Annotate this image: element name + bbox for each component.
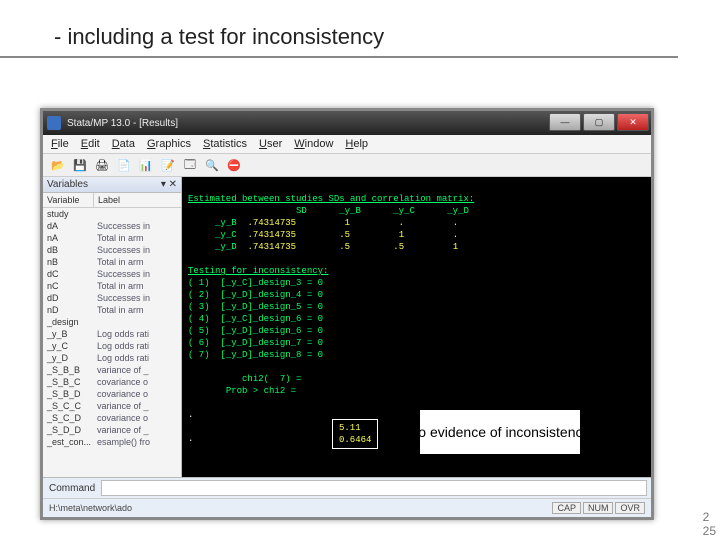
- variables-panel-title: Variables ▾ ✕: [43, 177, 181, 193]
- prob-label: Prob > chi2 =: [226, 386, 296, 396]
- test-header: Testing for inconsistency:: [188, 266, 328, 276]
- data-browser-icon[interactable]: 🔍: [203, 156, 221, 174]
- variable-row[interactable]: _y_BLog odds rati: [43, 328, 181, 340]
- test-line: ( 2) [_y_D]_design_4 = 0: [188, 290, 323, 300]
- matrix-row: _y_D: [188, 242, 237, 252]
- variable-row[interactable]: nATotal in arm: [43, 232, 181, 244]
- variable-row[interactable]: _S_B_Bvariance of _: [43, 364, 181, 376]
- results-section-header: Estimated between studies SDs and correl…: [188, 194, 474, 204]
- status-cap: CAP: [552, 502, 581, 514]
- stata-app-icon: [47, 116, 61, 130]
- print-icon[interactable]: 🖨: [93, 156, 111, 174]
- matrix-row: _y_B: [188, 218, 237, 228]
- menu-user[interactable]: User: [259, 138, 282, 150]
- menubar: File Edit Data Graphics Statistics User …: [43, 135, 651, 153]
- status-num: NUM: [583, 502, 614, 514]
- variable-row[interactable]: _y_DLog odds rati: [43, 352, 181, 364]
- variable-row[interactable]: _S_D_Dvariance of _: [43, 424, 181, 436]
- variable-row[interactable]: _est_con...esample() fro: [43, 436, 181, 448]
- test-line: ( 6) [_y_D]_design_7 = 0: [188, 338, 323, 348]
- slide-title: - including a test for inconsistency: [0, 0, 678, 58]
- menu-file[interactable]: File: [51, 138, 69, 150]
- test-line: ( 5) [_y_D]_design_6 = 0: [188, 326, 323, 336]
- matrix-row: _y_C: [188, 230, 237, 240]
- variable-row[interactable]: _S_C_Dcovariance o: [43, 412, 181, 424]
- graph-icon[interactable]: 📊: [137, 156, 155, 174]
- col-variable[interactable]: Variable: [43, 193, 94, 207]
- command-label: Command: [43, 483, 101, 494]
- variable-row[interactable]: _S_B_Ccovariance o: [43, 376, 181, 388]
- results-pane: Estimated between studies SDs and correl…: [182, 177, 651, 477]
- variable-row[interactable]: dCSuccesses in: [43, 268, 181, 280]
- window-title: Stata/MP 13.0 - [Results]: [67, 118, 178, 129]
- break-icon[interactable]: ⛔: [225, 156, 243, 174]
- variable-row[interactable]: dBSuccesses in: [43, 244, 181, 256]
- slide-page-number: 225: [703, 510, 716, 538]
- chi2-label: chi2( 7) =: [242, 374, 301, 384]
- menu-window[interactable]: Window: [294, 138, 333, 150]
- variable-row[interactable]: study: [43, 208, 181, 220]
- variable-row[interactable]: nDTotal in arm: [43, 304, 181, 316]
- variable-row[interactable]: nBTotal in arm: [43, 256, 181, 268]
- results-col-headers: SD _y_B _y_C _y_D: [188, 206, 469, 216]
- command-input[interactable]: [101, 480, 647, 496]
- data-editor-icon[interactable]: 🗔: [181, 156, 199, 174]
- test-line: ( 7) [_y_D]_design_8 = 0: [188, 350, 323, 360]
- open-icon[interactable]: 📂: [49, 156, 67, 174]
- log-icon[interactable]: 📄: [115, 156, 133, 174]
- titlebar: Stata/MP 13.0 - [Results] — ▢ ✕: [43, 111, 651, 135]
- variables-list: studydASuccesses innATotal in armdBSucce…: [43, 208, 181, 448]
- variable-row[interactable]: _design: [43, 316, 181, 328]
- test-line: ( 1) [_y_C]_design_3 = 0: [188, 278, 323, 288]
- status-path: H:\meta\network\ado: [49, 503, 132, 513]
- menu-help[interactable]: Help: [345, 138, 368, 150]
- variable-row[interactable]: dASuccesses in: [43, 220, 181, 232]
- status-ovr: OVR: [615, 502, 645, 514]
- col-label[interactable]: Label: [94, 193, 181, 207]
- command-bar: Command: [43, 477, 651, 498]
- menu-edit[interactable]: Edit: [81, 138, 100, 150]
- test-line: ( 3) [_y_D]_design_5 = 0: [188, 302, 323, 312]
- variable-row[interactable]: _S_B_Dcovariance o: [43, 388, 181, 400]
- maximize-button[interactable]: ▢: [583, 113, 615, 131]
- menu-statistics[interactable]: Statistics: [203, 138, 247, 150]
- variables-panel: Variables ▾ ✕ Variable Label studydASucc…: [43, 177, 182, 477]
- menu-graphics[interactable]: Graphics: [147, 138, 191, 150]
- do-editor-icon[interactable]: 📝: [159, 156, 177, 174]
- window-controls: — ▢ ✕: [549, 113, 649, 131]
- stata-window: Stata/MP 13.0 - [Results] — ▢ ✕ File Edi…: [40, 108, 654, 520]
- toolbar: 📂 💾 🖨 📄 📊 📝 🗔 🔍 ⛔: [43, 153, 651, 177]
- variable-row[interactable]: _y_CLog odds rati: [43, 340, 181, 352]
- test-line: ( 4) [_y_C]_design_6 = 0: [188, 314, 323, 324]
- chi2-result-box: 5.11 0.6464: [332, 419, 378, 449]
- save-icon[interactable]: 💾: [71, 156, 89, 174]
- annotation-callout: no evidence of inconsistency: [419, 409, 581, 455]
- close-button[interactable]: ✕: [617, 113, 649, 131]
- statusbar: H:\meta\network\ado CAP NUM OVR: [43, 498, 651, 517]
- variable-row[interactable]: dDSuccesses in: [43, 292, 181, 304]
- variable-row[interactable]: _S_C_Cvariance of _: [43, 400, 181, 412]
- menu-data[interactable]: Data: [112, 138, 135, 150]
- variable-row[interactable]: nCTotal in arm: [43, 280, 181, 292]
- panel-controls-icon[interactable]: ▾ ✕: [161, 179, 177, 190]
- variables-header: Variable Label: [43, 193, 181, 208]
- minimize-button[interactable]: —: [549, 113, 581, 131]
